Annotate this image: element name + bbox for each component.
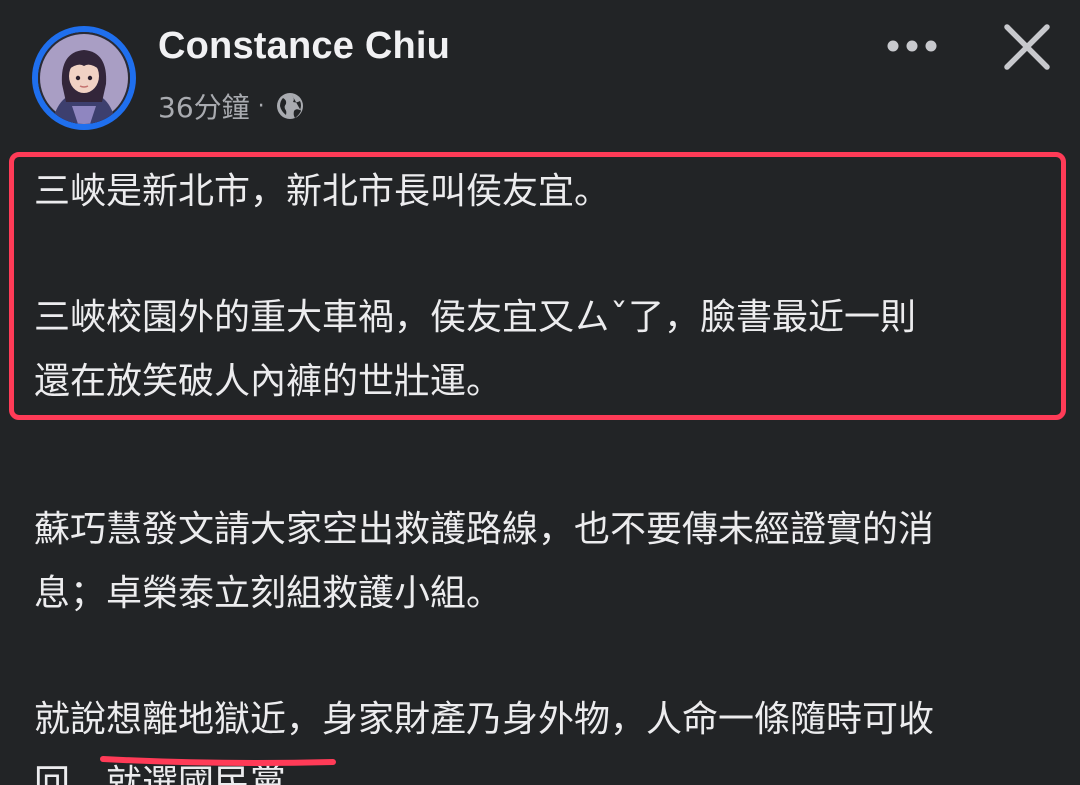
post-body: 三峽是新北市，新北市長叫侯友宜。 三峽校園外的重大車禍，侯友宜又ㄙˇ了，臉書最近…: [34, 160, 1044, 785]
author-avatar[interactable]: [32, 26, 136, 130]
post-line-start: 回，: [34, 763, 107, 785]
post-line-end: 。: [286, 763, 323, 785]
more-options-icon: [887, 40, 937, 52]
underlined-phrase: 就選國民黨: [106, 763, 287, 785]
author-name[interactable]: Constance Chiu: [158, 20, 450, 72]
close-icon: [1004, 24, 1050, 70]
post-line: 息；卓榮泰立刻組救護小組。: [34, 573, 503, 614]
post-line: 回，就選國民黨。: [34, 752, 1044, 785]
close-button[interactable]: [998, 18, 1056, 76]
globe-icon[interactable]: [275, 91, 305, 121]
post-line: 三峽校園外的重大車禍，侯友宜又ㄙˇ了，臉書最近一則: [34, 297, 917, 338]
avatar-illustration: [38, 32, 130, 124]
post-line: 蘇巧慧發文請大家空出救護路線，也不要傳未經證實的消: [34, 509, 935, 550]
meta-separator: ·: [257, 93, 265, 119]
post-line: 三峽是新北市，新北市長叫侯友宜。: [34, 171, 611, 212]
post-line: 還在放笑破人內褲的世壯運。: [34, 361, 503, 402]
post-timestamp[interactable]: 36分鐘: [158, 86, 250, 126]
more-options-button[interactable]: [880, 26, 944, 66]
post-line: 就說想離地獄近，身家財產乃身外物，人命一條隨時可收: [34, 699, 935, 740]
post-meta: 36分鐘 ·: [158, 84, 305, 128]
